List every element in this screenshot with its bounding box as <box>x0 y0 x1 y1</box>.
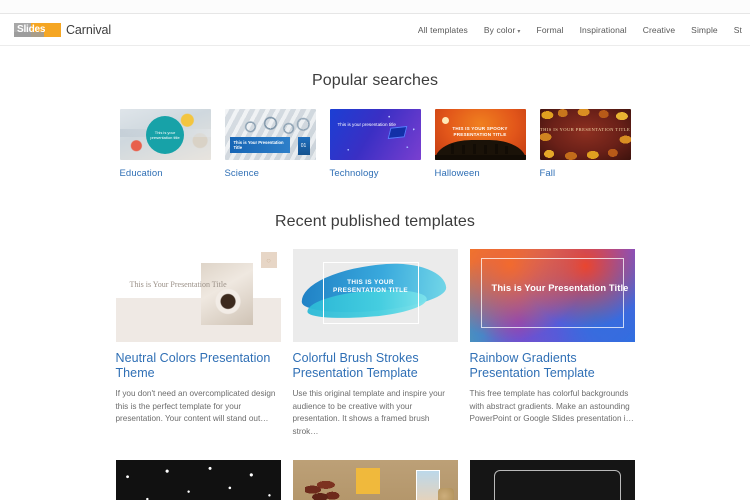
popular-searches-row: This is your presentation title Educatio… <box>0 109 750 179</box>
popular-item-science[interactable]: This is Your Presentation Title 01 Scien… <box>224 109 316 179</box>
template-thumb-neutral-colors[interactable]: ○ This is Your Presentation Title <box>115 249 281 342</box>
nav-label: Formal <box>536 24 564 35</box>
popular-thumb-halloween[interactable]: THIS IS YOUR SPOOKY PRESENTATION TITLE <box>434 109 526 160</box>
chevron-down-icon: ▾ <box>517 28 521 35</box>
popular-label-halloween[interactable]: Halloween <box>435 168 526 179</box>
popular-label-technology[interactable]: Technology <box>330 168 421 179</box>
site-header: Slides Carnival All templates By color ▾ … <box>0 14 750 46</box>
popular-searches-title: Popular searches <box>311 72 439 89</box>
popular-thumb-science[interactable]: This is Your Presentation Title 01 <box>224 109 316 160</box>
nav-item-formal[interactable]: Formal <box>537 25 564 35</box>
main-nav: All templates By color ▾ Formal Inspirati… <box>418 25 742 35</box>
nav-label: By color <box>483 24 516 35</box>
template-title-colorful-brush-strokes[interactable]: Colorful Brush Strokes Presentation Temp… <box>293 351 458 381</box>
recent-templates-grid-partial: This is your Creative This is Your <box>0 460 750 500</box>
popular-thumb-text: This is your presentation title <box>337 122 396 127</box>
template-thumb-text: THIS IS YOUR PRESENTATION TITLE <box>333 279 408 295</box>
nav-label: Simple <box>691 24 718 35</box>
popular-thumb-text: THIS IS YOUR SPOOKY PRESENTATION TITLE <box>452 126 508 137</box>
template-card-neutral-colors[interactable]: ○ This is Your Presentation Title Neutra… <box>115 249 281 438</box>
nav-label: All templates <box>417 24 468 35</box>
nav-label: Creative <box>642 24 676 35</box>
nav-item-inspirational[interactable]: Inspirational <box>580 25 627 35</box>
browser-top-strip <box>0 0 750 14</box>
logo-word: Carnival <box>66 22 112 37</box>
popular-thumb-technology[interactable]: This is your presentation title <box>329 109 421 160</box>
logo-mark-text: Slides <box>17 23 46 35</box>
template-thumb-notebook-partial[interactable]: This is your <box>115 460 281 500</box>
logo-mark-icon: Slides <box>14 22 61 37</box>
nav-label: St <box>733 24 742 35</box>
nav-item-truncated[interactable]: St <box>734 25 742 35</box>
template-desc-neutral-colors: If you don't need an overcomplicated des… <box>115 389 276 424</box>
template-card-rainbow-gradients[interactable]: This is Your Presentation Title Rainbow … <box>469 249 635 438</box>
template-thumb-rainbow-gradients[interactable]: This is Your Presentation Title <box>469 249 635 342</box>
nav-label: Inspirational <box>579 24 627 35</box>
popular-item-halloween[interactable]: THIS IS YOUR SPOOKY PRESENTATION TITLE H… <box>434 109 526 179</box>
nav-item-creative[interactable]: Creative <box>643 25 675 35</box>
nav-item-by-color[interactable]: By color ▾ <box>484 25 521 35</box>
popular-item-fall[interactable]: THIS IS YOUR PRESENTATION TITLE Fall <box>539 109 631 179</box>
template-thumb-text: This is Your Presentation Title <box>491 282 629 293</box>
popular-item-technology[interactable]: This is your presentation title Technolo… <box>329 109 421 179</box>
slide-number-badge: 01 <box>297 137 310 155</box>
template-title-neutral-colors[interactable]: Neutral Colors Presentation Theme <box>116 351 281 381</box>
nav-item-all-templates[interactable]: All templates <box>418 25 468 35</box>
logo-placeholder-icon: ○ <box>260 252 277 268</box>
page-content: Popular searches This is your presentati… <box>0 72 750 500</box>
template-desc-rainbow-gradients: This free template has colorful backgrou… <box>469 389 634 424</box>
popular-item-education[interactable]: This is your presentation title Educatio… <box>119 109 211 179</box>
nav-item-simple[interactable]: Simple <box>691 25 718 35</box>
template-thumb-desk-partial[interactable]: Creative <box>292 460 458 500</box>
recent-templates-grid: ○ This is Your Presentation Title Neutra… <box>0 249 750 438</box>
template-title-rainbow-gradients[interactable]: Rainbow Gradients Presentation Template <box>470 351 635 381</box>
template-desc-colorful-brush-strokes: Use this original template and inspire y… <box>292 389 445 436</box>
popular-thumb-fall[interactable]: THIS IS YOUR PRESENTATION TITLE <box>539 109 631 160</box>
popular-thumb-education[interactable]: This is your presentation title <box>119 109 211 160</box>
template-card-colorful-brush-strokes[interactable]: THIS IS YOUR PRESENTATION TITLE Colorful… <box>292 249 458 438</box>
recent-templates-title: Recent published templates <box>274 213 476 230</box>
popular-label-fall[interactable]: Fall <box>540 168 631 179</box>
popular-thumb-text: THIS IS YOUR PRESENTATION TITLE <box>539 127 631 132</box>
popular-label-education[interactable]: Education <box>120 168 211 179</box>
template-thumb-colorful-brush-strokes[interactable]: THIS IS YOUR PRESENTATION TITLE <box>292 249 458 342</box>
site-logo[interactable]: Slides Carnival <box>14 22 111 37</box>
popular-thumb-text: This is Your Presentation Title <box>233 139 284 150</box>
template-thumb-text: This is Your Presentation Title <box>129 280 227 289</box>
popular-label-science[interactable]: Science <box>225 168 316 179</box>
popular-thumb-text: This is your presentation title <box>150 129 180 140</box>
template-thumb-chalkboard-partial[interactable]: This is Your <box>469 460 635 500</box>
